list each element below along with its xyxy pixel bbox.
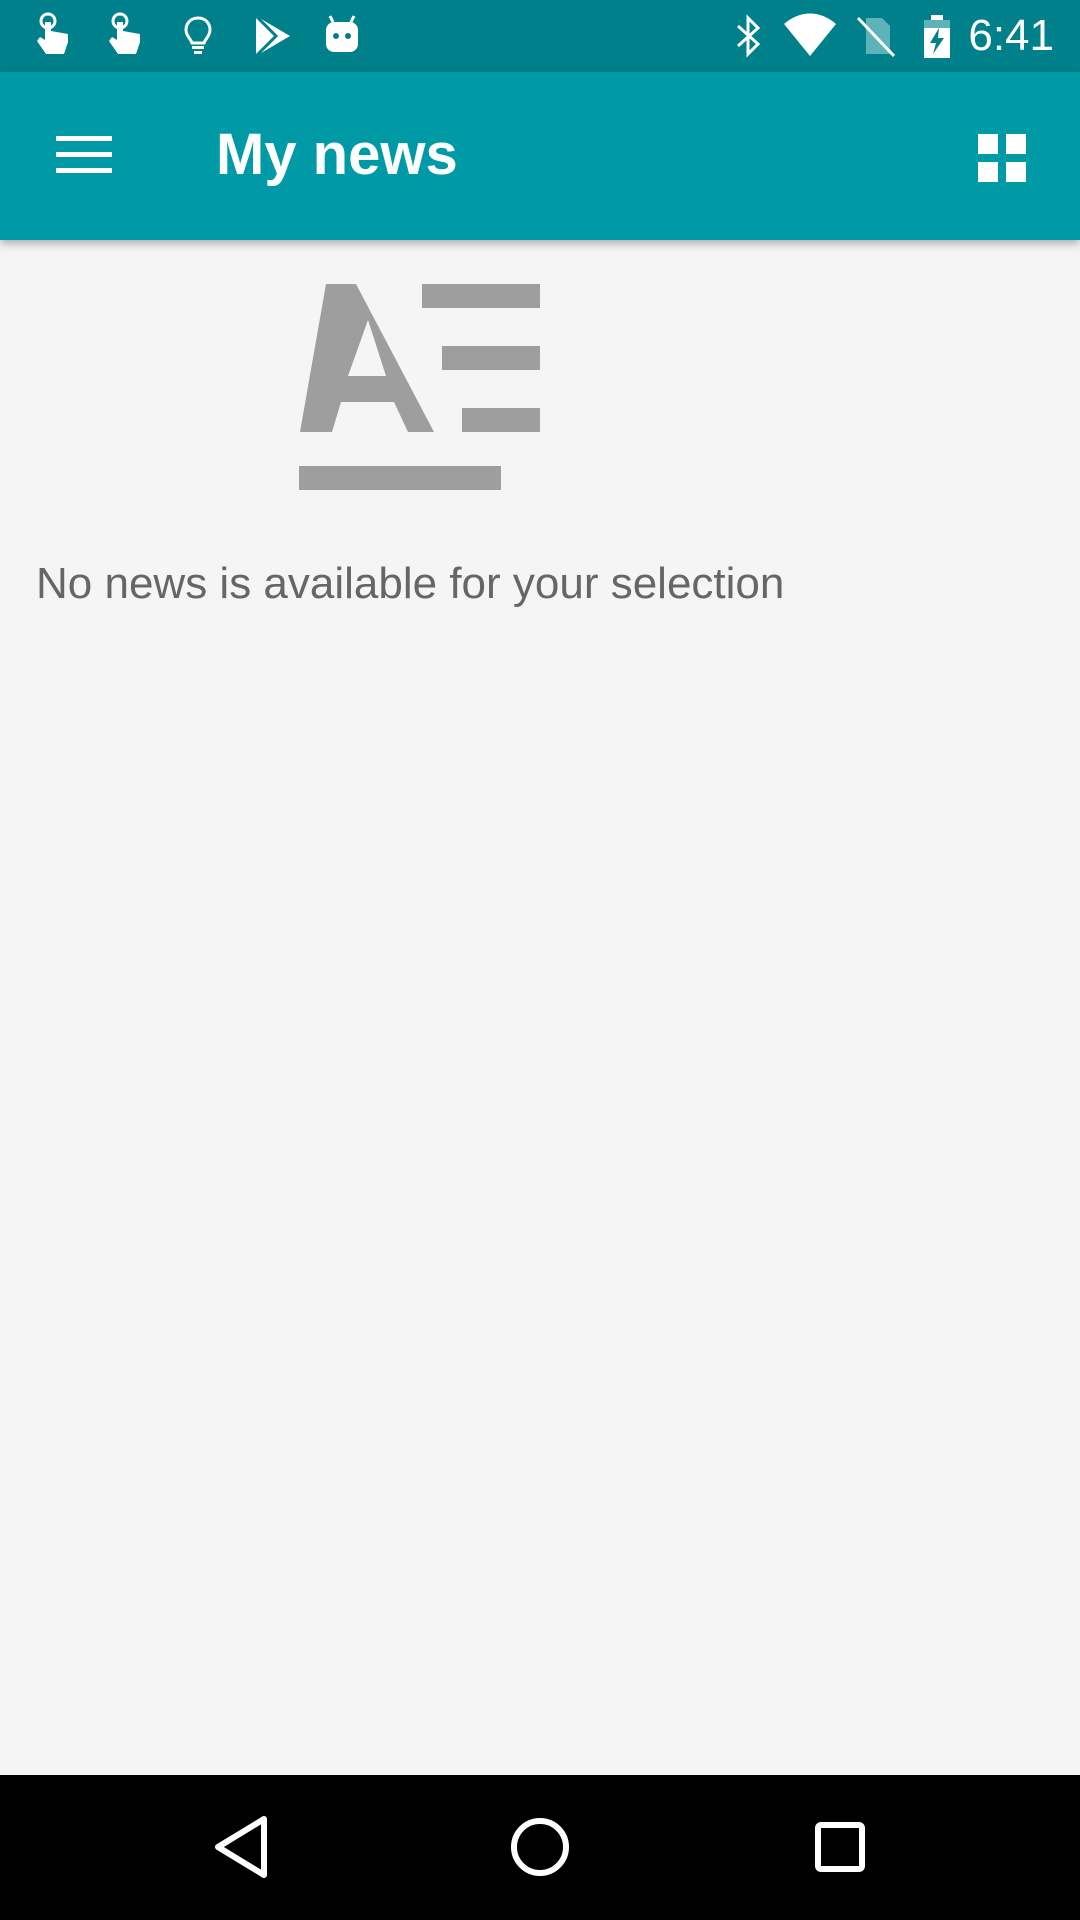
status-bar: 6:41 (0, 0, 1080, 72)
play-store-icon (248, 12, 296, 60)
battery-charging-icon (912, 12, 960, 60)
touch-app-icon (100, 12, 148, 60)
home-button[interactable] (504, 1811, 576, 1883)
status-time: 6:41 (968, 11, 1054, 60)
recents-button[interactable] (804, 1811, 876, 1883)
touch-app-icon (28, 12, 76, 60)
bluetooth-icon (724, 12, 772, 60)
news-article-icon (296, 284, 540, 500)
no-sim-icon (852, 12, 900, 60)
hamburger-menu-icon (56, 136, 112, 173)
page-title: My news (216, 122, 458, 187)
lightbulb-icon (174, 12, 222, 60)
grid-view-button[interactable] (954, 110, 1050, 206)
home-icon (511, 1818, 569, 1876)
wifi-icon (782, 12, 838, 60)
news-content: No news is available for your selection (0, 240, 1080, 1775)
menu-button[interactable] (36, 106, 132, 202)
recents-icon (815, 1822, 865, 1872)
back-button[interactable] (204, 1811, 276, 1883)
back-icon (215, 1816, 267, 1878)
android-robot-icon (318, 12, 366, 60)
app-bar: My news (0, 72, 1080, 240)
empty-state-message: No news is available for your selection (36, 559, 785, 608)
grid-view-icon (978, 134, 1026, 182)
navigation-bar (0, 1775, 1080, 1920)
